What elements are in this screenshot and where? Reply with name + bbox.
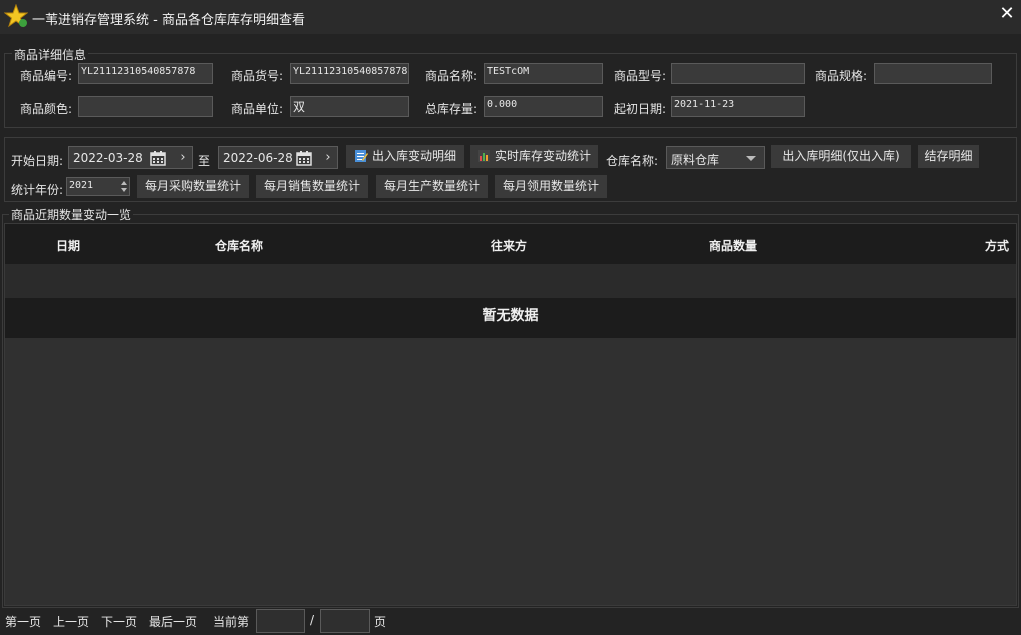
star-icon bbox=[4, 4, 28, 28]
date-range-to-label: 至 bbox=[198, 154, 211, 168]
col-quantity[interactable]: 商品数量 bbox=[709, 237, 757, 254]
chevron-right-icon[interactable]: › bbox=[319, 147, 337, 168]
product-spec-label: 商品规格: bbox=[815, 69, 868, 83]
window-title: 一苇进销存管理系统 - 商品各仓库库存明细查看 bbox=[32, 13, 305, 28]
title-bar: 一苇进销存管理系统 - 商品各仓库库存明细查看 ✕ bbox=[0, 0, 1021, 34]
end-date-value: 2022-06-28 bbox=[223, 151, 293, 165]
product-color-field[interactable] bbox=[78, 96, 213, 117]
stat-year-stepper[interactable]: 2021 bbox=[66, 177, 130, 196]
calendar-icon[interactable] bbox=[150, 150, 166, 166]
product-code-label: 商品编号: bbox=[20, 69, 73, 83]
empty-data-text: 暂无数据 bbox=[482, 308, 539, 324]
col-method[interactable]: 方式 bbox=[985, 237, 1009, 254]
month-requisition-button[interactable]: 每月领用数量统计 bbox=[495, 175, 607, 198]
calendar-icon[interactable] bbox=[296, 150, 312, 166]
recent-change-table[interactable]: 日期 仓库名称 往来方 商品数量 方式 暂无数据 bbox=[4, 223, 1017, 606]
col-warehouse[interactable]: 仓库名称 bbox=[215, 237, 263, 254]
end-date-picker[interactable]: 2022-06-28 › bbox=[218, 146, 338, 169]
start-date-value: 2022-03-28 bbox=[73, 151, 143, 165]
close-button[interactable]: ✕ bbox=[997, 3, 1017, 25]
product-name-label: 商品名称: bbox=[425, 69, 478, 83]
warehouse-label: 仓库名称: bbox=[606, 154, 659, 168]
inout-detail-label: 出入库变动明细 bbox=[371, 149, 456, 163]
chart-icon bbox=[477, 150, 490, 162]
total-stock-field[interactable]: 0.000 bbox=[484, 96, 603, 117]
inout-detail-button[interactable]: 出入库变动明细 bbox=[346, 145, 464, 168]
start-date-label: 开始日期: bbox=[11, 154, 64, 168]
product-model-field[interactable] bbox=[671, 63, 805, 84]
product-detail-legend: 商品详细信息 bbox=[12, 46, 89, 63]
warehouse-value: 原料仓库 bbox=[671, 153, 720, 167]
product-sku-field[interactable]: YL21112310540857878 bbox=[290, 63, 409, 84]
product-unit-label: 商品单位: bbox=[231, 102, 284, 116]
init-date-label: 起初日期: bbox=[614, 102, 667, 116]
month-sales-button[interactable]: 每月销售数量统计 bbox=[256, 175, 368, 198]
page-suffix: 页 bbox=[374, 615, 387, 629]
product-sku-label: 商品货号: bbox=[231, 69, 284, 83]
next-page-link[interactable]: 下一页 bbox=[101, 613, 137, 630]
start-date-picker[interactable]: 2022-03-28 › bbox=[68, 146, 193, 169]
realtime-stock-stat-button[interactable]: 实时库存变动统计 bbox=[470, 145, 598, 168]
month-purchase-button[interactable]: 每月采购数量统计 bbox=[137, 175, 249, 198]
table-header: 日期 仓库名称 往来方 商品数量 方式 bbox=[5, 224, 1016, 264]
inout-only-in-button[interactable]: 出入库明细(仅出入库) bbox=[771, 145, 911, 168]
product-unit-field[interactable]: 双 bbox=[290, 96, 409, 117]
current-page-input[interactable] bbox=[256, 609, 305, 633]
realtime-stock-stat-label: 实时库存变动统计 bbox=[494, 149, 591, 163]
stat-year-value: 2021 bbox=[69, 180, 94, 191]
month-production-button[interactable]: 每月生产数量统计 bbox=[376, 175, 488, 198]
notepad-icon bbox=[354, 150, 368, 162]
total-stock-label: 总库存量: bbox=[425, 102, 478, 116]
last-page-link[interactable]: 最后一页 bbox=[149, 613, 197, 630]
table-row bbox=[5, 264, 1016, 298]
current-page-label: 当前第 bbox=[213, 615, 250, 629]
prev-page-link[interactable]: 上一页 bbox=[53, 613, 89, 630]
close-icon: ✕ bbox=[999, 3, 1015, 24]
recent-change-legend: 商品近期数量变动一览 bbox=[9, 206, 134, 223]
warehouse-select[interactable]: 原料仓库 bbox=[666, 146, 765, 169]
chevron-right-icon[interactable]: › bbox=[174, 147, 192, 168]
product-spec-field[interactable] bbox=[874, 63, 992, 84]
product-model-label: 商品型号: bbox=[614, 69, 667, 83]
first-page-link[interactable]: 第一页 bbox=[5, 613, 41, 630]
init-date-field[interactable]: 2021-11-23 bbox=[671, 96, 805, 117]
col-counterparty[interactable]: 往来方 bbox=[491, 237, 527, 254]
page-slash: / bbox=[310, 613, 315, 627]
chevron-down-icon bbox=[746, 156, 756, 161]
total-page-input[interactable] bbox=[320, 609, 370, 633]
product-color-label: 商品颜色: bbox=[20, 102, 73, 116]
spin-up-icon[interactable] bbox=[121, 181, 127, 185]
product-code-field[interactable]: YL21112310540857878 bbox=[78, 63, 213, 84]
spin-down-icon[interactable] bbox=[121, 188, 127, 192]
stat-year-label: 统计年份: bbox=[11, 183, 64, 197]
col-date[interactable]: 日期 bbox=[56, 237, 80, 254]
product-name-field[interactable]: TESTcOM bbox=[484, 63, 603, 84]
balance-detail-button[interactable]: 结存明细 bbox=[918, 145, 979, 168]
